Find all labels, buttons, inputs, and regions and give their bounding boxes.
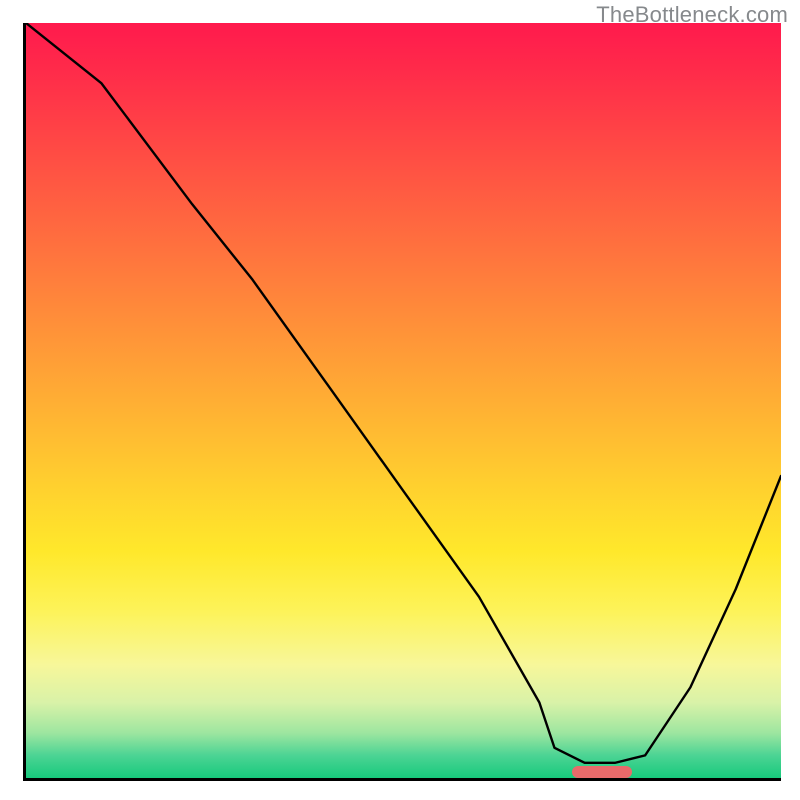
- plot-area: [23, 23, 781, 781]
- chart-container: TheBottleneck.com: [0, 0, 800, 800]
- gradient-background: [26, 23, 781, 778]
- optimal-range-marker: [572, 766, 633, 778]
